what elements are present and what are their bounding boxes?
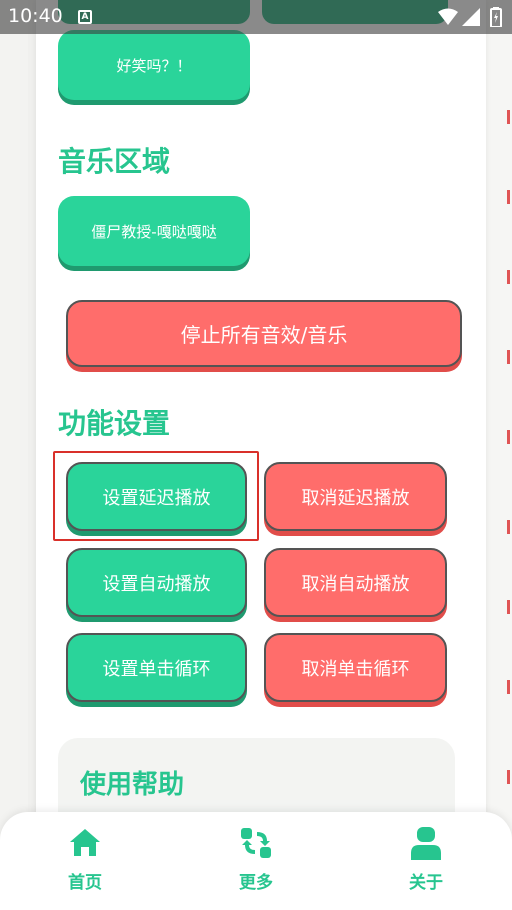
status-bar: 10:40 A xyxy=(0,0,512,34)
bottom-navigation: 首页 更多 关于 xyxy=(0,812,512,910)
cancel-delay-play-label: 取消延迟播放 xyxy=(301,487,410,509)
set-auto-play-button[interactable]: 设置自动播放 xyxy=(66,548,247,617)
function-section-title: 功能设置 xyxy=(58,407,171,440)
nav-label-about: 关于 xyxy=(409,873,443,893)
wifi-icon xyxy=(438,8,458,25)
nav-item-about[interactable]: 关于 xyxy=(386,826,466,893)
cancel-auto-play-label: 取消自动播放 xyxy=(301,573,410,595)
edge-marker xyxy=(507,770,510,784)
set-click-loop-button[interactable]: 设置单击循环 xyxy=(66,633,247,702)
nav-item-home[interactable]: 首页 xyxy=(45,826,125,893)
edge-marker xyxy=(507,520,510,534)
right-background-edge xyxy=(484,0,512,910)
joke-sound-button[interactable]: 好笑吗？！ xyxy=(58,30,250,100)
music-track-label: 僵尸教授-嘎哒嘎哒 xyxy=(91,222,217,241)
selection-highlight xyxy=(53,451,259,541)
nav-item-more[interactable]: 更多 xyxy=(216,826,296,893)
set-auto-play-label: 设置自动播放 xyxy=(102,573,211,595)
edge-marker xyxy=(507,600,510,614)
help-section-title: 使用帮助 xyxy=(80,770,185,800)
notification-a-icon: A xyxy=(78,10,92,24)
edge-marker xyxy=(507,430,510,444)
stop-all-audio-button[interactable]: 停止所有音效/音乐 xyxy=(66,300,462,367)
cancel-click-loop-label: 取消单击循环 xyxy=(301,658,410,680)
user-icon xyxy=(411,827,441,860)
joke-sound-label: 好笑吗？！ xyxy=(116,56,192,75)
cancel-delay-play-button[interactable]: 取消延迟播放 xyxy=(264,462,447,531)
left-background-edge xyxy=(0,0,28,910)
home-icon xyxy=(70,829,100,856)
signal-icon xyxy=(462,8,480,26)
cancel-click-loop-button[interactable]: 取消单击循环 xyxy=(264,633,447,702)
cancel-auto-play-button[interactable]: 取消自动播放 xyxy=(264,548,447,617)
edge-marker xyxy=(507,350,510,364)
battery-icon xyxy=(490,7,502,27)
music-section-title: 音乐区域 xyxy=(58,145,171,178)
edge-marker xyxy=(507,270,510,284)
status-time: 10:40 xyxy=(8,5,63,27)
music-track-button[interactable]: 僵尸教授-嘎哒嘎哒 xyxy=(58,196,250,266)
nav-label-more: 更多 xyxy=(239,873,273,893)
stop-all-audio-label: 停止所有音效/音乐 xyxy=(180,323,348,347)
edge-marker xyxy=(507,190,510,204)
set-click-loop-label: 设置单击循环 xyxy=(102,658,211,680)
nav-label-home: 首页 xyxy=(68,873,102,893)
edge-marker xyxy=(507,680,510,694)
refresh-icon xyxy=(241,828,271,858)
edge-marker xyxy=(507,110,510,124)
